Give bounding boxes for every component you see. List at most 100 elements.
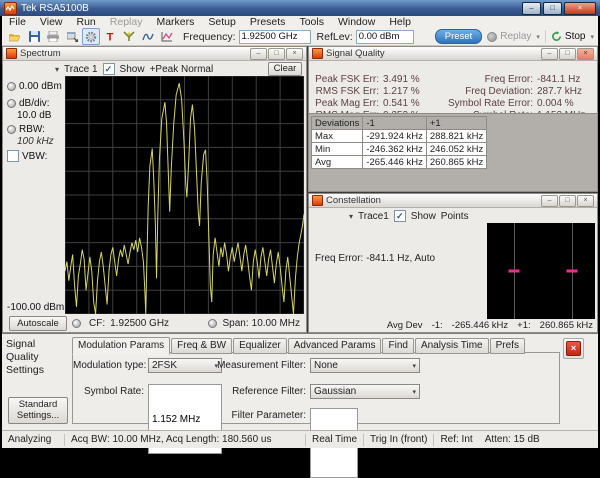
trace-expander-icon[interactable]: ▾ <box>55 65 59 74</box>
signal-quality-minimize-button[interactable]: – <box>541 48 558 60</box>
tab-analysis-time[interactable]: Analysis Time <box>415 338 489 354</box>
trace-label[interactable]: Trace 1 <box>64 64 98 75</box>
menu-help[interactable]: Help <box>382 16 418 28</box>
stop-button[interactable]: Stop <box>551 31 586 42</box>
show-label: Show <box>120 64 145 75</box>
constellation-close-button[interactable]: × <box>577 195 594 207</box>
ref-level-control[interactable]: 0.00 dBm <box>7 81 62 92</box>
spectrum-close-button[interactable]: × <box>286 48 303 60</box>
menu-view[interactable]: View <box>33 16 70 28</box>
windows-icon[interactable] <box>63 28 81 45</box>
spectrum-plot[interactable] <box>65 76 304 314</box>
reference-filter-select[interactable]: Gaussian▾ <box>310 384 420 399</box>
settings-panel-label: Signal Quality Settings <box>6 338 68 377</box>
signal-quality-titlebar: Signal Quality – □ × <box>309 47 597 61</box>
rbw-control[interactable]: RBW: <box>7 124 45 135</box>
menu-file[interactable]: File <box>2 16 33 28</box>
maximize-button[interactable]: □ <box>543 2 562 15</box>
constellation-trace-label[interactable]: Trace1 <box>358 211 389 222</box>
metric-value: -841.1 Hz <box>537 74 580 85</box>
stop-dropdown-icon[interactable]: ▾ <box>590 33 594 41</box>
constellation-maximize-button[interactable]: □ <box>559 195 576 207</box>
chevron-down-icon: ▾ <box>412 388 416 396</box>
status-trigger: Trig In (front) <box>364 434 433 445</box>
close-settings-button[interactable]: × <box>563 338 584 359</box>
constellation-panel-icon <box>312 195 323 206</box>
metric-value: 287.7 kHz <box>537 86 582 97</box>
replay-dropdown-icon[interactable]: ▾ <box>536 33 540 41</box>
tab-advanced-params[interactable]: Advanced Params <box>288 338 382 354</box>
menu-run[interactable]: Run <box>70 16 103 28</box>
tab-equalizer[interactable]: Equalizer <box>233 338 287 354</box>
tab-freq-bw[interactable]: Freq & BW <box>171 338 232 354</box>
spectrum-trace-row: ▾ Trace 1 ✓ Show +Peak Normal Clear <box>3 61 306 77</box>
knob-icon <box>7 99 16 108</box>
constellation-minimize-button[interactable]: – <box>541 195 558 207</box>
open-folder-icon[interactable] <box>6 28 24 45</box>
pos-symbol-value: 260.865 kHz <box>540 320 593 331</box>
signal-quality-panel: Signal Quality – □ × Peak FSK Err: 3.491… <box>308 46 598 192</box>
status-reference: Ref: Int <box>434 434 478 445</box>
span-value[interactable]: 10.00 MHz <box>252 318 300 329</box>
deviations-table: Deviations -1 +1 Max -291.924 kHz 288.82… <box>311 116 487 169</box>
measurement-filter-select[interactable]: None▾ <box>310 358 420 373</box>
spectrum-trace-svg <box>65 76 304 314</box>
vbw-checkbox[interactable] <box>7 150 19 162</box>
bottom-level-label: -100.00 dBm <box>7 302 64 313</box>
settings-panel: Signal Quality Settings Modulation Param… <box>2 333 598 430</box>
show-trace-checkbox[interactable]: ✓ <box>103 63 115 75</box>
metric-label: Freq Error: <box>437 74 533 85</box>
menu-presets[interactable]: Presets <box>243 16 293 28</box>
clear-button[interactable]: Clear <box>268 62 302 76</box>
menu-setup[interactable]: Setup <box>201 16 242 28</box>
menu-replay: Replay <box>103 16 150 28</box>
constellation-plot[interactable] <box>487 223 595 319</box>
deviations-header: -1 <box>363 117 427 130</box>
spectrum-minimize-button[interactable]: – <box>250 48 267 60</box>
menu-markers[interactable]: Markers <box>149 16 201 28</box>
trigger-icon[interactable]: T <box>101 28 119 45</box>
signal-quality-maximize-button[interactable]: □ <box>559 48 576 60</box>
trace-expander-icon[interactable]: ▾ <box>349 212 353 221</box>
frequency-input[interactable] <box>239 30 311 44</box>
markers-icon[interactable] <box>139 28 157 45</box>
print-icon[interactable] <box>44 28 62 45</box>
deviation-cell: Min <box>312 143 363 156</box>
spectrum-title: Spectrum <box>20 48 61 59</box>
signal-quality-panel-icon <box>312 48 323 59</box>
save-icon[interactable] <box>25 28 43 45</box>
tab-find[interactable]: Find <box>382 338 413 354</box>
status-bar: Analyzing Acq BW: 10.00 MHz, Acq Length:… <box>2 430 598 448</box>
pos-symbol-label: +1: <box>517 320 530 331</box>
settings-gear-icon[interactable] <box>82 28 100 45</box>
constellation-trace-row: ▾ Trace1 ✓ Show Points <box>309 208 597 224</box>
standard-settings-button[interactable]: Standard Settings... <box>8 397 68 424</box>
spectrum-maximize-button[interactable]: □ <box>268 48 285 60</box>
close-button[interactable]: × <box>564 2 596 15</box>
show-points-checkbox[interactable]: ✓ <box>394 210 406 222</box>
signal-quality-close-button[interactable]: × <box>577 48 594 60</box>
tab-prefs[interactable]: Prefs <box>490 338 525 354</box>
preset-button[interactable]: Preset <box>435 29 482 44</box>
measurement-filter-label: Measurement Filter: <box>209 358 306 373</box>
displays-icon[interactable] <box>158 28 176 45</box>
reflev-input[interactable] <box>356 30 414 44</box>
metric-value: 3.491 % <box>383 74 437 85</box>
cf-value[interactable]: 1.92500 GHz <box>110 318 169 329</box>
deviations-area: Deviations -1 +1 Max -291.924 kHz 288.82… <box>309 113 597 191</box>
menu-tools[interactable]: Tools <box>292 16 331 28</box>
autoscale-button[interactable]: Autoscale <box>9 316 67 331</box>
vbw-control: VBW: <box>7 150 47 162</box>
constellation-body: Freq Error: -841.1 Hz, Auto <box>309 223 597 319</box>
detection-label[interactable]: +Peak Normal <box>150 64 214 75</box>
span-label: Span: <box>223 318 249 329</box>
minimize-button[interactable]: – <box>522 2 541 15</box>
points-label: Points <box>441 211 469 222</box>
db-div-control[interactable]: dB/div: <box>7 98 50 109</box>
input-levels-icon[interactable] <box>120 28 138 45</box>
replay-icon <box>487 32 497 42</box>
replay-button[interactable]: Replay <box>487 31 531 42</box>
menu-window[interactable]: Window <box>331 16 382 28</box>
tab-modulation-params[interactable]: Modulation Params <box>72 337 170 355</box>
modulation-type-label: Modulation type: <box>73 358 144 373</box>
